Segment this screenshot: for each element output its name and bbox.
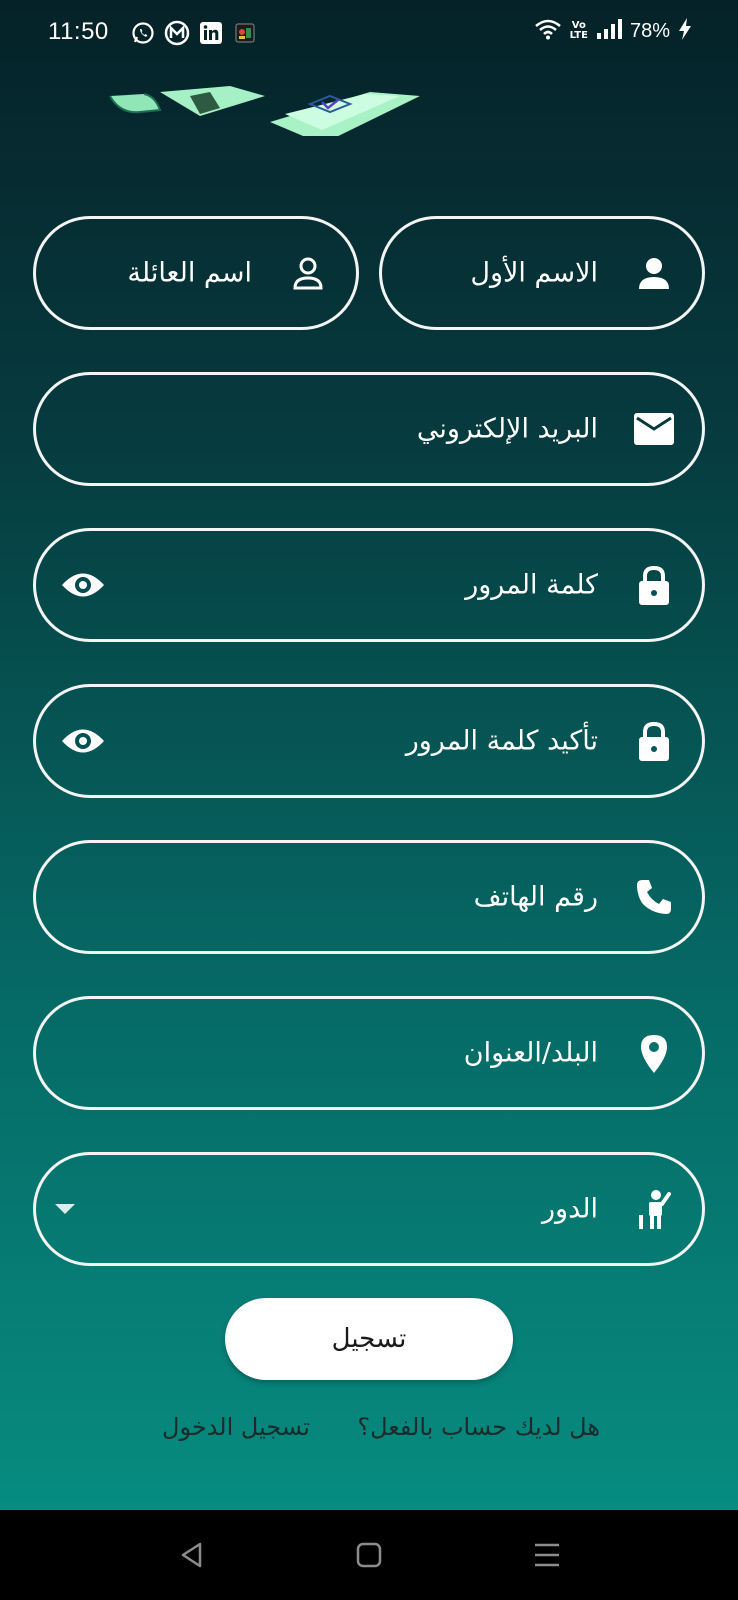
role-placeholder: الدور — [542, 1193, 598, 1225]
phone-icon — [634, 877, 674, 917]
role-dropdown[interactable]: الدور — [33, 1152, 705, 1266]
eye-icon[interactable] — [58, 565, 108, 605]
role-icon — [634, 1189, 674, 1229]
email-field[interactable]: البريد الإلكتروني — [33, 372, 705, 486]
register-button[interactable]: تسجيل — [225, 1298, 513, 1380]
lock-icon — [634, 721, 674, 761]
wifi-icon — [534, 18, 562, 44]
charging-icon — [678, 18, 692, 44]
mail-icon — [634, 409, 674, 449]
password-placeholder: كلمة المرور — [465, 569, 598, 601]
recents-menu-icon[interactable] — [530, 1538, 564, 1572]
chevron-down-icon — [52, 1199, 78, 1219]
confirm-password-placeholder: تأكيد كلمة المرور — [405, 725, 598, 757]
linkedin-icon — [198, 20, 224, 46]
system-nav-bar — [0, 1510, 738, 1600]
back-icon[interactable] — [175, 1538, 209, 1572]
m-app-icon — [164, 20, 190, 46]
lock-icon — [634, 565, 674, 605]
notification-icons — [130, 20, 258, 46]
have-account-text: هل لديك حساب بالفعل؟ — [357, 1413, 600, 1441]
location-pin-icon — [634, 1033, 674, 1073]
registration-screen: 11:50 Vo LTE 78% الاسم الأول اسم العائلة… — [0, 0, 738, 1510]
person-icon — [634, 253, 674, 293]
home-icon[interactable] — [352, 1538, 386, 1572]
first-name-field[interactable]: الاسم الأول — [379, 216, 705, 330]
phone-placeholder: رقم الهاتف — [473, 881, 598, 913]
password-field[interactable]: كلمة المرور — [33, 528, 705, 642]
first-name-placeholder: الاسم الأول — [470, 257, 598, 289]
person-outline-icon — [288, 253, 328, 293]
login-prompt: هل لديك حساب بالفعل؟ تسجيل الدخول — [0, 1405, 738, 1455]
app-icon — [232, 20, 258, 46]
confirm-password-field[interactable]: تأكيد كلمة المرور — [33, 684, 705, 798]
eye-icon[interactable] — [58, 721, 108, 761]
signal-icon — [596, 19, 622, 43]
whatsapp-icon — [130, 20, 156, 46]
battery-level: 78% — [629, 19, 670, 42]
last-name-placeholder: اسم العائلة — [127, 257, 252, 289]
header-illustration — [100, 66, 440, 144]
status-time: 11:50 — [48, 18, 109, 45]
status-bar: 11:50 Vo LTE 78% — [0, 0, 738, 66]
status-right: Vo LTE 78% — [534, 18, 692, 44]
login-link[interactable]: تسجيل الدخول — [162, 1413, 310, 1441]
address-placeholder: البلد/العنوان — [463, 1037, 598, 1069]
phone-field[interactable]: رقم الهاتف — [33, 840, 705, 954]
last-name-field[interactable]: اسم العائلة — [33, 216, 359, 330]
email-placeholder: البريد الإلكتروني — [416, 413, 598, 445]
address-field[interactable]: البلد/العنوان — [33, 996, 705, 1110]
volte-indicator: Vo LTE — [569, 20, 588, 41]
